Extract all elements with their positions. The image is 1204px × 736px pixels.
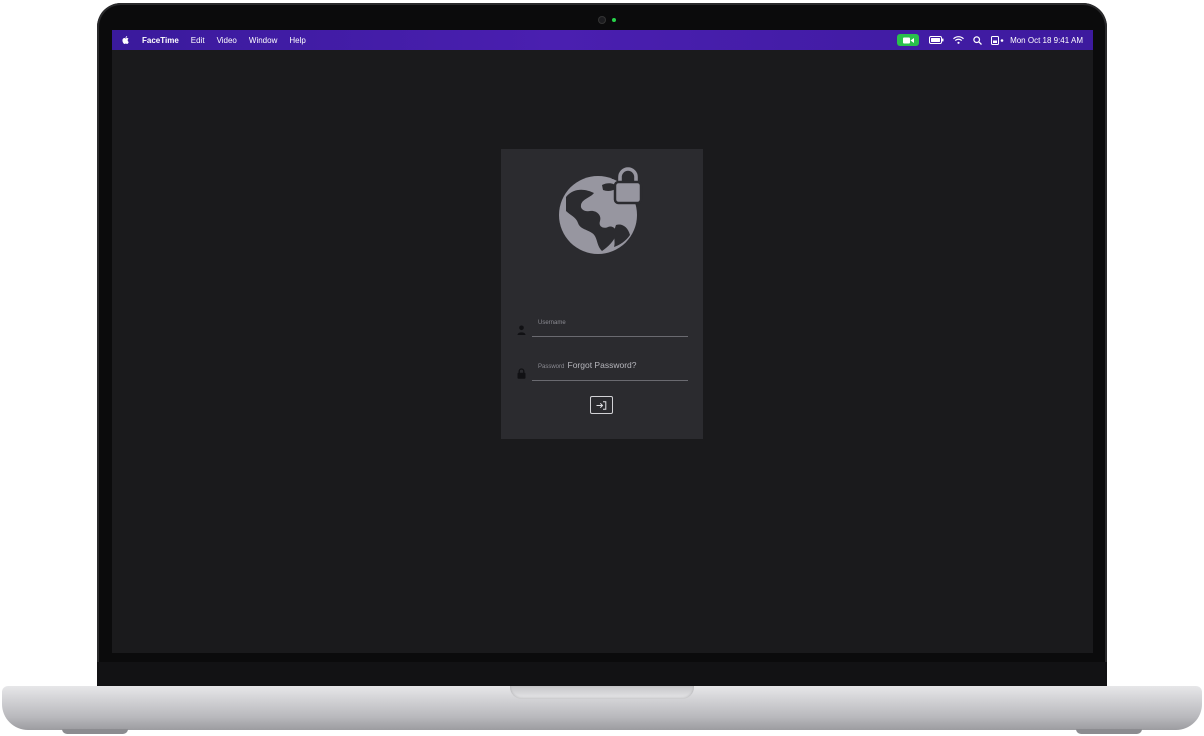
- laptop-mockup: FaceTime Edit Video Window Help Mon Oct …: [0, 0, 1204, 736]
- control-center-icon[interactable]: [991, 35, 1004, 45]
- laptop-chin: [97, 662, 1107, 687]
- laptop-lip-notch: [510, 686, 694, 699]
- menu-edit[interactable]: Edit: [191, 36, 205, 45]
- menu-clock[interactable]: Mon Oct 18 9:41 AM: [1010, 36, 1083, 45]
- login-card: Username Password Forgot Password?: [501, 149, 703, 439]
- laptop-foot-right: [1076, 729, 1142, 734]
- camera-icon: [598, 16, 606, 24]
- menu-help[interactable]: Help: [289, 36, 305, 45]
- password-underline: [532, 380, 688, 381]
- menu-video[interactable]: Video: [217, 36, 237, 45]
- laptop-foot-left: [62, 729, 128, 734]
- username-underline: [532, 336, 688, 337]
- apple-icon[interactable]: [122, 36, 129, 44]
- facetime-status-icon[interactable]: [897, 34, 920, 46]
- username-placeholder: Username: [538, 320, 566, 326]
- menu-app-name[interactable]: FaceTime: [142, 36, 179, 45]
- forgot-password-link[interactable]: Forgot Password?: [501, 360, 703, 370]
- battery-icon[interactable]: [929, 36, 944, 44]
- login-button[interactable]: [590, 396, 613, 414]
- login-arrow-icon: [596, 400, 607, 410]
- menu-window[interactable]: Window: [249, 36, 277, 45]
- user-icon: [517, 325, 526, 335]
- screen: FaceTime Edit Video Window Help Mon Oct …: [112, 30, 1093, 653]
- wifi-icon[interactable]: [953, 36, 964, 44]
- menu-bar: FaceTime Edit Video Window Help Mon Oct …: [112, 30, 1093, 50]
- globe-lock-icon: [559, 167, 644, 254]
- username-field[interactable]: Username: [517, 319, 688, 337]
- search-icon[interactable]: [973, 35, 983, 45]
- camera-indicator-light: [612, 18, 616, 22]
